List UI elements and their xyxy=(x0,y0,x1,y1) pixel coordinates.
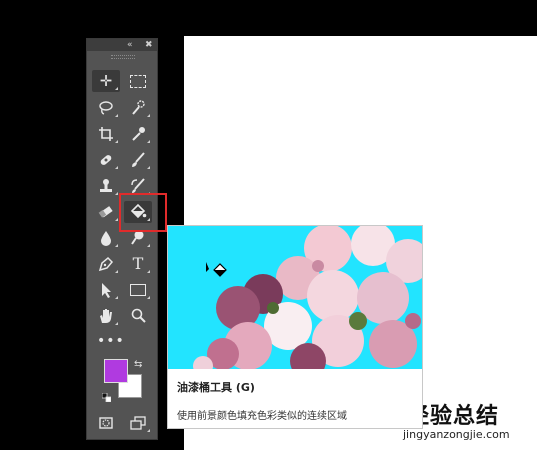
rectangle-icon xyxy=(130,284,146,296)
tools-panel-header: « ✖ xyxy=(87,39,157,51)
tool-tooltip: 油漆桶工具 (G) 使用前景颜色填充色彩类似的连续区域 xyxy=(167,225,423,429)
watermark-url: jingyanzongjie.com xyxy=(403,428,510,441)
zoom-icon xyxy=(131,308,146,323)
healing-brush-tool[interactable] xyxy=(92,149,120,171)
quick-select-tool[interactable] xyxy=(124,97,152,119)
eyedropper-icon xyxy=(132,127,145,141)
foreground-color-swatch[interactable] xyxy=(104,359,128,383)
collapse-icon[interactable]: « xyxy=(127,39,133,51)
blur-tool[interactable] xyxy=(92,227,120,249)
move-tool[interactable]: ✛ xyxy=(92,70,120,92)
move-icon: ✛ xyxy=(99,71,113,90)
bandage-icon xyxy=(100,155,112,165)
eraser-icon xyxy=(98,206,113,218)
stamp-icon xyxy=(100,179,112,192)
crop-tool[interactable] xyxy=(92,123,120,145)
pen-icon xyxy=(98,256,114,272)
hand-icon xyxy=(100,309,112,323)
eraser-tool[interactable] xyxy=(92,201,120,223)
tools-panel: « ✖ ✛ T ••• ⇆ xyxy=(86,38,158,440)
quick-mask-button[interactable] xyxy=(92,412,120,434)
default-colors-icon[interactable] xyxy=(102,393,111,402)
tooltip-title: 油漆桶工具 (G) xyxy=(177,381,255,394)
quick-mask-icon xyxy=(99,417,113,429)
rectangle-tool[interactable] xyxy=(124,279,152,301)
pen-tool[interactable] xyxy=(92,253,120,275)
lasso-icon xyxy=(99,101,113,115)
path-select-tool[interactable] xyxy=(92,279,120,301)
crop-icon xyxy=(99,127,113,141)
eyedropper-tool[interactable] xyxy=(124,123,152,145)
lasso-tool[interactable] xyxy=(92,97,120,119)
screen-mode-button[interactable] xyxy=(124,412,152,434)
swap-colors-icon[interactable]: ⇆ xyxy=(134,359,142,370)
flowers-illustration xyxy=(168,226,422,369)
tooltip-preview-image xyxy=(168,226,422,369)
screen-mode-icon xyxy=(130,416,146,430)
drop-icon xyxy=(101,231,111,246)
hand-tool[interactable] xyxy=(92,305,120,327)
clone-stamp-tool[interactable] xyxy=(92,175,120,197)
marquee-tool[interactable] xyxy=(124,70,152,92)
marquee-icon xyxy=(130,74,146,88)
zoom-tool[interactable] xyxy=(124,305,152,327)
tooltip-description: 使用前景颜色填充色彩类似的连续区域 xyxy=(177,411,347,422)
quick-select-icon xyxy=(132,100,145,115)
panel-grip[interactable] xyxy=(111,55,135,59)
arrow-icon xyxy=(102,283,111,298)
more-tools-icon[interactable]: ••• xyxy=(97,333,125,349)
type-tool[interactable]: T xyxy=(124,253,152,275)
brush-tool[interactable] xyxy=(124,149,152,171)
paint-bucket-highlight xyxy=(119,193,167,232)
close-icon[interactable]: ✖ xyxy=(145,39,153,51)
brush-icon xyxy=(132,152,145,167)
type-icon: T xyxy=(132,254,144,273)
